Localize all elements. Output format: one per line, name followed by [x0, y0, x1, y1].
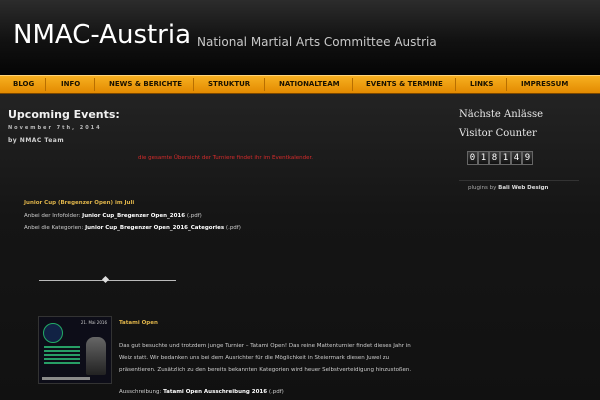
nav-item-impressum[interactable]: IMPRESSUM	[521, 80, 568, 88]
nav-item-nationalteam[interactable]: NATIONALTEAM	[279, 80, 340, 88]
poster-footer	[42, 377, 90, 380]
pdf-suffix: (.pdf)	[225, 225, 241, 231]
junior-infofolder-link[interactable]: Junior Cup_Bregenzer Open_2016	[82, 213, 185, 219]
counter-digit: 9	[522, 151, 533, 165]
post-author: by NMAC Team	[8, 137, 65, 144]
nav-separator	[193, 78, 194, 91]
pdf-suffix: (.pdf)	[268, 389, 284, 395]
poster-logo-icon	[43, 323, 63, 343]
junior-infofolder-label: Anbei der Infofolder:	[24, 213, 81, 219]
nav-separator	[506, 78, 507, 91]
counter-digit: 1	[500, 151, 511, 165]
tatami-paragraph-line-1: Das gut besuchte und trotzdem junge Turn…	[119, 343, 411, 349]
poster-date: 21. Mai 2016	[80, 320, 107, 325]
junior-categories-label: Anbei die Kategorien:	[24, 225, 84, 231]
nav-item-struktur[interactable]: STRUKTUR	[208, 80, 250, 88]
counter-digit: 0	[467, 151, 478, 165]
main-navigation: BLOG INFO NEWS & BERICHTE STRUKTUR NATIO…	[0, 75, 600, 94]
poster-category-list	[44, 344, 80, 366]
sidebar-next-events-title: Nächste Anlässe	[459, 109, 544, 120]
ausschreibung-label: Ausschreibung:	[119, 389, 162, 395]
site-title[interactable]: NMAC-Austria	[13, 20, 191, 50]
tatami-open-heading: Tatami Open	[119, 320, 158, 326]
junior-categories-line: Anbei die Kategorien: Junior Cup_Bregenz…	[24, 225, 241, 231]
sidebar-visitor-counter-title: Visitor Counter	[459, 128, 537, 139]
poster-fighter-image	[86, 337, 106, 375]
tatami-open-poster[interactable]: 21. Mai 2016	[38, 316, 112, 384]
pdf-suffix: (.pdf)	[186, 213, 202, 219]
tatami-ausschreibung-link[interactable]: Tatami Open Ausschreibung 2016	[163, 389, 267, 395]
tatami-paragraph-line-3: präsentieren. Zusätzlich zu den bereits …	[119, 367, 412, 373]
plugins-link[interactable]: Bali Web Design	[498, 185, 548, 191]
nav-separator	[352, 78, 353, 91]
nav-item-info[interactable]: INFO	[61, 80, 80, 88]
post-title[interactable]: Upcoming Events:	[8, 108, 120, 121]
junior-infofolder-line: Anbei der Infofolder: Junior Cup_Bregenz…	[24, 213, 202, 219]
nav-separator	[455, 78, 456, 91]
nav-separator	[264, 78, 265, 91]
tatami-paragraph-line-2: Weiz statt. Wir bedanken uns bei dem Aus…	[119, 355, 390, 361]
counter-digit: 4	[511, 151, 522, 165]
site-subtitle: National Martial Arts Committee Austria	[197, 35, 437, 49]
post-date: November 7th, 2014	[8, 125, 102, 131]
junior-categories-link[interactable]: Junior Cup_Bregenzer Open_2016_Categorie…	[85, 225, 224, 231]
nav-item-links[interactable]: LINKS	[470, 80, 493, 88]
site-header: NMAC-Austria National Martial Arts Commi…	[0, 0, 600, 76]
nav-item-news[interactable]: NEWS & BERICHTE	[109, 80, 182, 88]
nav-item-events[interactable]: EVENTS & TERMINE	[366, 80, 443, 88]
counter-digit: 8	[489, 151, 500, 165]
nav-separator	[45, 78, 46, 91]
event-calendar-note[interactable]: die gesamte Übersicht der Turniere finde…	[138, 155, 313, 161]
tatami-ausschreibung-line: Ausschreibung: Tatami Open Ausschreibung…	[119, 389, 284, 395]
nav-separator	[94, 78, 95, 91]
junior-cup-heading: Junior Cup (Bregenzer Open) im Juli	[24, 200, 135, 206]
counter-digit: 1	[478, 151, 489, 165]
sidebar-divider	[459, 180, 579, 181]
nav-item-blog[interactable]: BLOG	[13, 80, 34, 88]
plugins-credit: plugins by Bali Web Design	[468, 185, 548, 191]
plugins-label: plugins by	[468, 185, 497, 191]
